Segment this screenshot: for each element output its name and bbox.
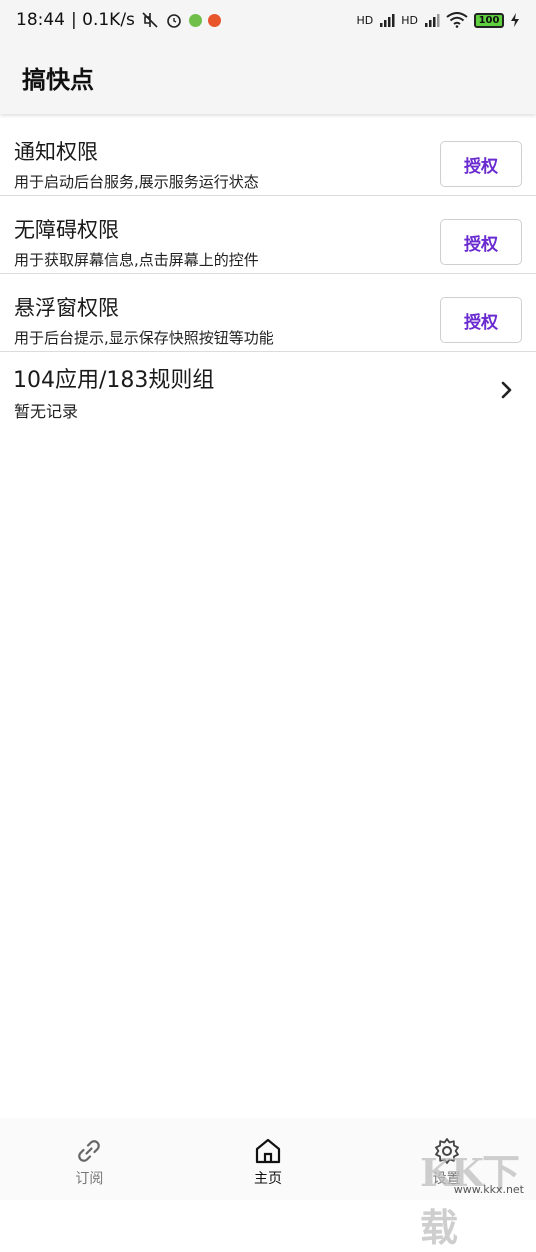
grant-overlay-button[interactable]: 授权 [440, 297, 522, 343]
app-notification-icon [188, 13, 202, 27]
permission-row-overlay: 悬浮窗权限 用于后台提示,显示保存快照按钮等功能 授权 [0, 274, 536, 352]
rules-summary-desc: 暂无记录 [14, 402, 79, 421]
mute-icon [142, 12, 158, 28]
permission-desc: 用于后台提示,显示保存快照按钮等功能 [14, 329, 274, 347]
grant-accessibility-button[interactable]: 授权 [440, 219, 522, 265]
hd-label-2: HD [401, 13, 418, 27]
status-bar: 18:44 | 0.1K/s HD HD 100 [0, 0, 536, 40]
status-left: 18:44 | 0.1K/s [16, 10, 221, 30]
rules-summary-item[interactable]: 104应用/183规则组 暂无记录 [0, 352, 536, 432]
permission-title: 悬浮窗权限 [14, 296, 119, 320]
nav-label-settings: 设置 [432, 1171, 461, 1187]
hd-label-1: HD [356, 13, 374, 27]
home-icon [255, 1138, 281, 1164]
nav-item-subscribe[interactable]: 订阅 [0, 1118, 179, 1200]
link-icon [78, 1140, 101, 1162]
status-time: 18:44 [16, 10, 65, 30]
alarm-icon [167, 14, 181, 28]
permission-title: 通知权限 [14, 140, 98, 164]
permission-row-accessibility: 无障碍权限 用于获取屏幕信息,点击屏幕上的控件 授权 [0, 196, 536, 274]
gear-icon [434, 1138, 459, 1164]
network-speed: | 0.1K/s [71, 10, 135, 30]
permission-list: 通知权限 用于启动后台服务,展示服务运行状态 授权 无障碍权限 用于获取屏幕信息… [0, 118, 536, 432]
grant-notification-button[interactable]: 授权 [440, 141, 522, 187]
charging-icon [511, 13, 519, 27]
app-notification-icon-2 [207, 13, 221, 27]
signal-icon-2 [425, 14, 440, 27]
chevron-right-icon [501, 381, 512, 399]
nav-label-home: 主页 [254, 1171, 282, 1187]
permission-desc: 用于获取屏幕信息,点击屏幕上的控件 [14, 251, 259, 269]
rules-summary-title: 104应用/183规则组 [13, 368, 215, 393]
signal-icon [380, 14, 395, 27]
bottom-nav: 订阅 主页 设置 [0, 1118, 536, 1200]
nav-item-settings[interactable]: 设置 [357, 1118, 536, 1200]
battery-icon: 100 [474, 12, 504, 28]
nav-item-home[interactable]: 主页 [179, 1118, 358, 1200]
wifi-icon [446, 12, 468, 28]
permission-row-notification: 通知权限 用于启动后台服务,展示服务运行状态 授权 [0, 118, 536, 196]
nav-label-subscribe: 订阅 [75, 1171, 104, 1187]
permission-title: 无障碍权限 [14, 218, 119, 242]
app-bar: 搞快点 [0, 40, 536, 114]
permission-desc: 用于启动后台服务,展示服务运行状态 [14, 173, 259, 191]
status-right: HD HD 100 [357, 12, 521, 28]
page-title: 搞快点 [22, 65, 94, 94]
